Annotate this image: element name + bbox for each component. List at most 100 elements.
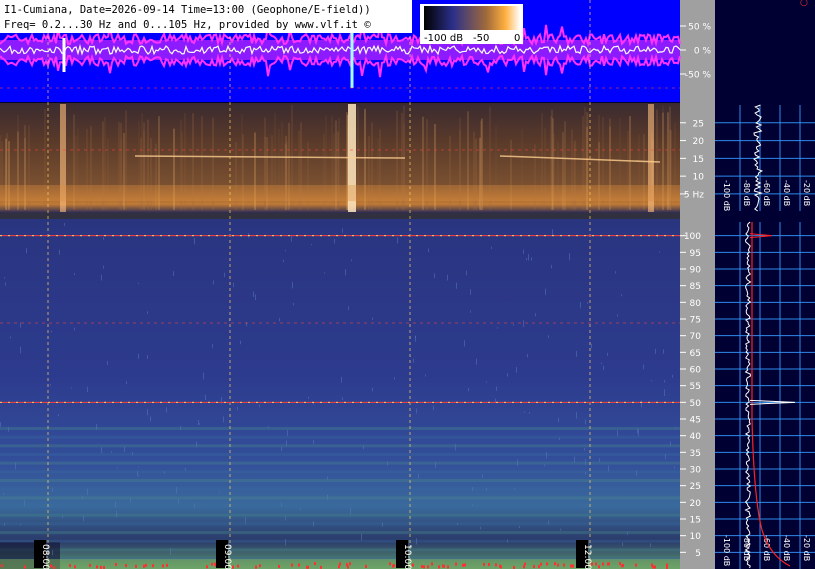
high-spectrogram-noise — [372, 387, 373, 392]
high-spectrogram-noise — [103, 237, 104, 240]
high-spectrogram-noise — [558, 417, 559, 423]
high-spectrogram-noise — [464, 340, 465, 347]
high-spectrogram-noise — [342, 228, 343, 233]
high-spectrogram-noise — [507, 373, 508, 377]
high-spectrogram-hot-pixel — [339, 562, 341, 566]
high-spectrogram-hot-pixel — [524, 562, 526, 566]
high-spectrogram-noise — [559, 437, 560, 440]
high-spectrogram-noise — [418, 473, 419, 479]
high-spectrogram-noise — [664, 389, 665, 397]
high-y-label: 95 — [690, 249, 701, 259]
high-spectrogram-noise — [285, 250, 286, 252]
high-spectrogram-noise — [663, 349, 664, 354]
high-spectrogram-noise — [324, 272, 325, 274]
low-spectrogram-glow — [0, 185, 680, 201]
high-spectrogram-hot-pixel — [431, 562, 433, 566]
high-spectrogram-noise — [486, 487, 487, 491]
high-spectrogram-noise — [342, 397, 343, 401]
high-spectrogram-noise — [245, 517, 246, 524]
waveform-y-label: 50 % — [688, 23, 711, 33]
high-spectrogram-hot-pixel — [619, 562, 621, 566]
high-spectrogram-hot-pixel — [563, 563, 565, 567]
high-spectrogram-hot-pixel — [69, 564, 71, 568]
high-y-label: 30 — [690, 466, 702, 476]
high-spectrogram-hot-pixel — [464, 563, 466, 567]
high-spectrogram-noise — [528, 253, 529, 261]
high-spectrogram-hot-pixel — [654, 565, 656, 569]
high-spectrogram-hot-pixel — [96, 565, 98, 569]
high-spectrogram-noise — [387, 461, 388, 466]
high-spectrogram-noise — [486, 381, 487, 383]
high-y-label: 55 — [690, 382, 701, 392]
high-spectrogram-hot-pixel — [423, 565, 425, 569]
high-spectrogram-noise — [20, 346, 21, 354]
high-spectrogram-band — [0, 531, 680, 534]
header-line-2: Freq= 0.2...30 Hz and 0...105 Hz, provid… — [4, 19, 371, 31]
high-spectrogram-noise — [397, 237, 398, 244]
high-y-label: 80 — [690, 299, 702, 309]
high-spectrogram-noise — [223, 416, 224, 423]
high-spectrogram-noise — [255, 294, 256, 301]
high-spectrogram-noise — [170, 548, 171, 555]
high-spectrogram-noise — [516, 366, 517, 373]
high-spectrogram-noise — [194, 503, 195, 508]
high-spectrogram-noise — [4, 523, 5, 526]
low-y-label: 15 — [693, 155, 704, 165]
high-spectrogram-noise — [480, 526, 481, 530]
high-spectrogram-hot-pixel — [346, 563, 348, 567]
high-y-label: 25 — [690, 482, 701, 492]
high-spectrogram-noise — [287, 430, 288, 436]
high-spectrogram-noise — [10, 336, 11, 339]
high-spectrogram-noise — [194, 238, 195, 245]
high-spectrogram-noise — [20, 523, 21, 526]
high-spectrogram-hot-pixel — [211, 562, 213, 566]
high-spectrogram-noise — [62, 515, 63, 519]
high-spectrogram-band — [0, 513, 680, 517]
high-spectrogram-hot-pixel — [455, 562, 457, 566]
high-spectrogram-noise — [457, 522, 458, 526]
high-spectrogram-noise — [675, 427, 676, 429]
high-spectrogram-noise — [585, 459, 586, 466]
high-spectrogram-noise — [59, 249, 60, 255]
high-spectrogram-noise — [233, 282, 234, 288]
high-spectrogram-noise — [548, 335, 549, 338]
high-y-label: 85 — [690, 282, 701, 292]
high-spectrogram-noise — [466, 270, 467, 276]
side-db-label: -100 dB — [722, 535, 731, 566]
high-spectrogram-noise — [132, 452, 133, 455]
high-spectrogram-hot-pixel — [74, 565, 76, 569]
high-spectrogram-noise — [178, 499, 179, 504]
high-spectrogram-hot-pixel — [338, 565, 340, 569]
high-spectrogram-noise — [52, 487, 53, 493]
high-spectrogram-noise — [87, 488, 88, 496]
high-spectrogram-noise — [470, 289, 471, 295]
high-spectrogram-hot-pixel — [115, 562, 117, 566]
high-spectrogram-hot-pixel — [206, 565, 208, 569]
high-spectrogram-noise — [237, 406, 238, 411]
high-y-label: 20 — [690, 499, 702, 509]
high-spectrogram-hot-pixel — [365, 564, 367, 568]
high-spectrogram-noise — [74, 327, 75, 331]
high-spectrogram-noise — [103, 265, 104, 269]
high-spectrogram-noise — [580, 302, 581, 309]
high-spectrogram-noise — [138, 353, 139, 359]
high-spectrogram-hot-pixel — [314, 562, 316, 566]
high-spectrogram-noise — [150, 416, 151, 422]
low-y-label: 20 — [693, 137, 705, 147]
high-y-label: 45 — [690, 416, 701, 426]
high-spectrogram-noise — [138, 474, 139, 477]
high-spectrogram-band — [0, 435, 680, 439]
high-spectrogram-noise — [659, 251, 660, 253]
high-spectrogram-noise — [117, 467, 118, 469]
high-spectrogram-noise — [8, 427, 9, 432]
high-spectrogram-hot-pixel — [152, 564, 154, 568]
high-spectrogram-noise — [560, 528, 561, 531]
high-spectrogram-noise — [416, 538, 417, 545]
high-spectrogram-noise — [83, 515, 84, 522]
high-spectrogram-noise — [468, 387, 469, 392]
high-spectrogram-noise — [327, 476, 328, 480]
high-spectrogram-hot-pixel — [546, 562, 548, 566]
high-spectrogram-band — [0, 479, 680, 482]
high-spectrogram-noise — [584, 447, 585, 451]
high-spectrogram-hot-pixel — [540, 562, 542, 566]
